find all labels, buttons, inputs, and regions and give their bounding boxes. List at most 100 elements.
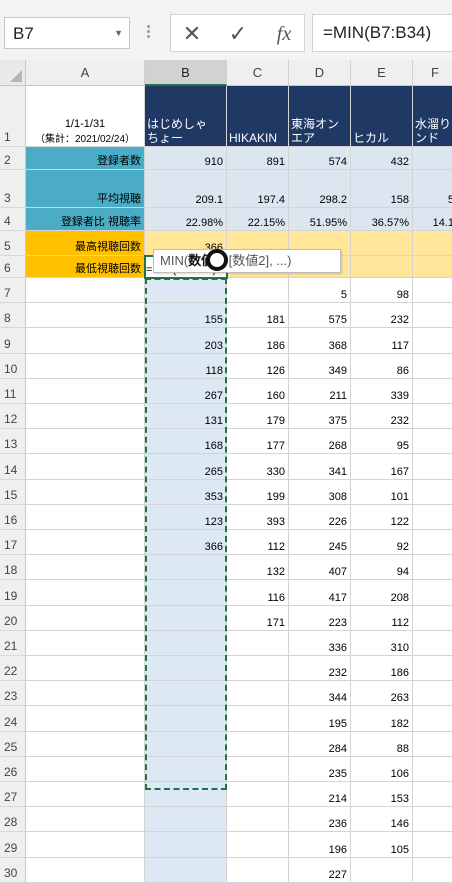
cell-d25[interactable]: 284: [289, 731, 351, 757]
cell-f12[interactable]: [413, 404, 452, 430]
cell-a15[interactable]: [26, 479, 145, 505]
cell-c21[interactable]: [227, 630, 289, 656]
row-header-3[interactable]: 3: [0, 170, 26, 208]
cell-f18[interactable]: [413, 555, 452, 581]
cell-d9[interactable]: 368: [289, 328, 351, 354]
cell-e16[interactable]: 122: [351, 504, 413, 530]
chevron-down-icon[interactable]: ▼: [114, 28, 123, 38]
cell-a11[interactable]: [26, 378, 145, 404]
cell-c13[interactable]: 177: [227, 429, 289, 455]
name-box[interactable]: B7 ▼: [4, 17, 130, 49]
insert-function-icon[interactable]: fx: [267, 19, 301, 49]
cell-e17[interactable]: 92: [351, 530, 413, 556]
cell-f16[interactable]: [413, 505, 452, 530]
cell-e25[interactable]: 88: [351, 731, 413, 757]
cell-f23[interactable]: [413, 681, 452, 707]
cell-f22[interactable]: [413, 656, 452, 682]
column-header-f[interactable]: F: [413, 60, 452, 86]
cell-b8[interactable]: 155: [145, 303, 227, 329]
cell-c8[interactable]: 181: [227, 303, 289, 329]
row-header-19[interactable]: 19: [0, 580, 26, 606]
column-header-a[interactable]: A: [26, 60, 145, 86]
cell-d13[interactable]: 268: [289, 429, 351, 455]
cell-b3[interactable]: 209.1: [145, 170, 227, 208]
cell-b27[interactable]: [145, 782, 227, 808]
cell-e20[interactable]: 112: [351, 605, 413, 631]
cell-b4[interactable]: 22.98%: [145, 208, 227, 231]
row-header-6[interactable]: 6: [0, 256, 26, 278]
row-header-26[interactable]: 26: [0, 756, 26, 782]
cell-b28[interactable]: [145, 807, 227, 833]
summary-label-2[interactable]: 登録者数: [26, 147, 145, 170]
cell-c27[interactable]: [227, 782, 289, 808]
cell-d10[interactable]: 349: [289, 353, 351, 379]
cell-b29[interactable]: [145, 832, 227, 858]
cell-e30[interactable]: [351, 857, 413, 883]
cell-e13[interactable]: 95: [351, 429, 413, 455]
cell-e14[interactable]: 167: [351, 454, 413, 480]
cell-a10[interactable]: [26, 353, 145, 379]
cell-c12[interactable]: 179: [227, 404, 289, 430]
row-header-16[interactable]: 16: [0, 504, 26, 530]
cell-b7[interactable]: [145, 278, 227, 304]
cell-e2[interactable]: 432: [351, 147, 413, 170]
cell-f3[interactable]: 5: [413, 170, 452, 208]
cell-f5[interactable]: [413, 231, 452, 256]
cell-d8[interactable]: 575: [289, 303, 351, 329]
channel-header-f[interactable]: 水溜り ンド: [413, 86, 452, 147]
cell-e23[interactable]: 263: [351, 681, 413, 707]
summary-label-5[interactable]: 最高視聴回数: [26, 231, 145, 256]
cell-d27[interactable]: 214: [289, 782, 351, 808]
cell-a26[interactable]: [26, 756, 145, 782]
cell-c15[interactable]: 199: [227, 479, 289, 505]
cell-f4[interactable]: 14.1: [413, 208, 452, 231]
cell-d16[interactable]: 226: [289, 504, 351, 530]
cell-d15[interactable]: 308: [289, 479, 351, 505]
row-header-10[interactable]: 10: [0, 353, 26, 379]
cell-c9[interactable]: 186: [227, 328, 289, 354]
row-header-5[interactable]: 5: [0, 231, 26, 256]
cell-e18[interactable]: 94: [351, 555, 413, 581]
cell-f2[interactable]: [413, 147, 452, 170]
cell-d17[interactable]: 245: [289, 530, 351, 556]
summary-label-6[interactable]: 最低視聴回数: [26, 256, 145, 278]
row-header-30[interactable]: 30: [0, 857, 26, 883]
row-header-28[interactable]: 28: [0, 807, 26, 833]
cell-e21[interactable]: 310: [351, 630, 413, 656]
cell-d30[interactable]: 227: [289, 857, 351, 883]
column-header-b[interactable]: B: [145, 60, 227, 86]
row-header-22[interactable]: 22: [0, 656, 26, 682]
cell-c2[interactable]: 891: [227, 147, 289, 170]
cell-a27[interactable]: [26, 782, 145, 808]
cell-f27[interactable]: [413, 782, 452, 808]
cell-c7[interactable]: [227, 278, 289, 304]
cell-f24[interactable]: [413, 706, 452, 732]
cell-f26[interactable]: [413, 757, 452, 782]
cell-d20[interactable]: 223: [289, 605, 351, 631]
cell-b25[interactable]: [145, 731, 227, 757]
summary-label-4[interactable]: 登録者比 視聴率: [26, 208, 145, 231]
row-header-8[interactable]: 8: [0, 303, 26, 329]
cell-d12[interactable]: 375: [289, 404, 351, 430]
cell-f11[interactable]: [413, 379, 452, 404]
column-header-c[interactable]: C: [227, 60, 289, 86]
drag-handle-icon[interactable]: [145, 23, 151, 43]
row-header-4[interactable]: 4: [0, 208, 26, 231]
summary-label-3[interactable]: 平均視聴: [26, 170, 145, 208]
cell-b12[interactable]: 131: [145, 404, 227, 430]
row-header-7[interactable]: 7: [0, 278, 26, 304]
cell-a7[interactable]: [26, 278, 145, 304]
cell-a8[interactable]: [26, 303, 145, 329]
row-header-20[interactable]: 20: [0, 605, 26, 631]
cell-f28[interactable]: [413, 807, 452, 833]
cell-c4[interactable]: 22.15%: [227, 208, 289, 231]
cell-d2[interactable]: 574: [289, 147, 351, 170]
cell-b23[interactable]: [145, 681, 227, 707]
cell-b2[interactable]: 910: [145, 147, 227, 170]
enter-icon[interactable]: ✓: [221, 19, 255, 49]
cell-f10[interactable]: [413, 354, 452, 379]
cell-a25[interactable]: [26, 731, 145, 757]
channel-header-d[interactable]: 東海オン エア: [289, 86, 351, 147]
row-header-2[interactable]: 2: [0, 147, 26, 170]
cell-c29[interactable]: [227, 832, 289, 858]
